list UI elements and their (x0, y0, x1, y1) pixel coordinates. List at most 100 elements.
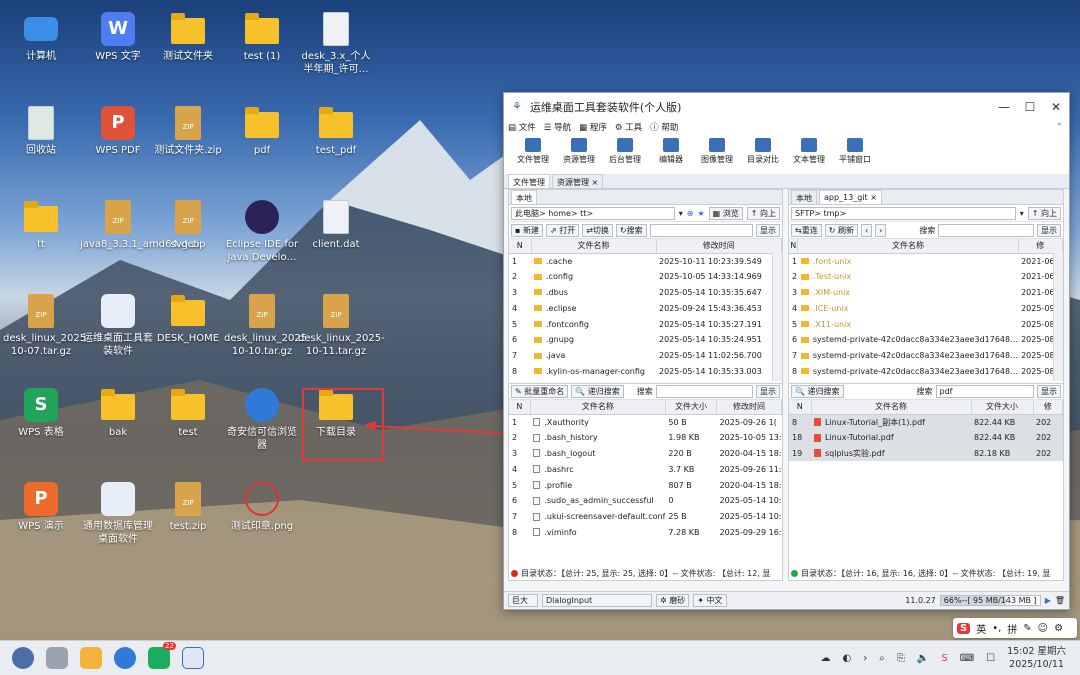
notification-icon[interactable]: ☐ (986, 653, 995, 664)
table-row[interactable]: 1 .cache 2025-10-11 10:23:39.549 (509, 253, 782, 269)
col-n[interactable]: N (789, 239, 799, 254)
show-button[interactable]: 显示 (756, 223, 780, 237)
emoji-icon[interactable]: ☺ (1038, 623, 1048, 634)
tool-backend-manager[interactable]: 后台管理 (602, 134, 648, 174)
desktop-icon[interactable]: test.zip (150, 482, 226, 533)
font-size-select[interactable]: 巨大 (508, 593, 538, 607)
clock[interactable]: 15:02 星期六 2025/10/11 (1007, 645, 1066, 671)
tab-local-right[interactable]: 本地 (791, 190, 817, 204)
pen-icon[interactable]: ✎ (1023, 623, 1031, 634)
table-row[interactable]: 7 .java 2025-05-14 11:02:56.700 (509, 348, 782, 364)
switch-button[interactable]: ⇄切换 (582, 223, 613, 237)
tool-text-manager[interactable]: 文本管理 (786, 134, 832, 174)
multitask-icon[interactable] (46, 647, 68, 669)
right-dir-scrollbar[interactable] (1053, 253, 1063, 381)
dropdown-icon[interactable]: ▾ (679, 209, 683, 218)
refresh-button[interactable]: ↻ 刷新 (824, 223, 858, 237)
table-row[interactable]: 1 .font-unix 2021-06-0 (789, 253, 1063, 269)
ime-toolbar[interactable]: S 英 •, 拼 ✎ ☺ ⚙ (953, 618, 1077, 638)
left-file-search-input[interactable] (655, 385, 753, 398)
network-icon[interactable]: ⎘ (897, 653, 905, 664)
menu-program[interactable]: ▦ 程序 (579, 121, 607, 133)
ime-lang[interactable]: 英 (976, 621, 986, 636)
tab-resource-manager[interactable]: 资源管理 × (552, 174, 604, 188)
desktop-icon[interactable]: P WPS PDF (80, 106, 156, 157)
table-row[interactable]: 4 .ICE-unix 2025-09-2 (789, 300, 1063, 316)
tool-editor[interactable]: 编辑器 (648, 134, 694, 174)
punct-icon[interactable]: •, (992, 623, 1001, 634)
batch-rename-button[interactable]: ✎ 批量重命名 (511, 385, 569, 398)
browser-taskbar-icon[interactable] (114, 647, 136, 669)
table-row[interactable]: 2 .bash_history 1.98 KB 2025-10-05 13: (509, 430, 782, 446)
desktop-icon[interactable]: tt (3, 200, 79, 251)
menu-file[interactable]: ▤ 文件 (508, 121, 536, 133)
desktop-icon[interactable]: 测试印章.png (224, 482, 300, 533)
desktop-icon[interactable]: Eclipse IDE for Java Develo… (224, 200, 300, 264)
col-time[interactable]: 修改时间 (656, 239, 782, 254)
col-name[interactable]: 文件名称 (531, 239, 657, 254)
show-button-2[interactable]: 显示 (756, 385, 780, 398)
search-icon[interactable]: ⌕ (879, 653, 885, 664)
new-button[interactable]: ▪ 新建 (511, 223, 543, 237)
table-row[interactable]: 6 .sudo_as_admin_successful 0 2025-05-14 10… (509, 493, 782, 509)
desktop-icon[interactable]: java8_3.3.1_amd64.deb (80, 200, 200, 251)
lang-select[interactable]: ✦ 中文 (693, 593, 727, 607)
tool-image-manager[interactable]: 图像管理 (694, 134, 740, 174)
close-icon[interactable]: ✕ (1043, 100, 1069, 114)
desktop-icon[interactable]: test (1) (224, 12, 300, 63)
table-row[interactable]: 8 systemd-private-42c0dacc8a334e23aee3d17… (789, 364, 1063, 380)
style-select[interactable]: ✲ 磨砂 (656, 593, 690, 607)
desktop-icon[interactable]: test_pdf (298, 106, 374, 157)
reconnect-button[interactable]: ⇆重连 (791, 223, 822, 237)
col-n[interactable]: N (509, 239, 532, 254)
up-button[interactable]: ↑ 向上 (746, 206, 780, 220)
desktop-icon[interactable]: bak (80, 388, 156, 439)
maximize-icon[interactable]: ☐ (1017, 100, 1043, 114)
tool-dir-compare[interactable]: 目录对比 (740, 134, 786, 174)
table-row[interactable]: 6 systemd-private-42c0dacc8a334e23aee3d17… (789, 332, 1063, 348)
desktop-icon[interactable]: pdf (224, 106, 300, 157)
desktop-icon[interactable]: 通用数据库管理桌面软件 (80, 482, 156, 546)
left-search-input[interactable] (649, 223, 753, 237)
table-row[interactable]: 1 .Xauthority 50 B 2025-09-26 1( (509, 414, 782, 430)
menu-nav[interactable]: ☰ 导航 (544, 121, 571, 133)
volume-icon[interactable]: 🔈 (917, 653, 929, 664)
file-manager-taskbar-icon[interactable] (80, 647, 102, 669)
ops-toolkit-taskbar-icon[interactable] (182, 647, 204, 669)
desktop-icon[interactable]: S WPS 表格 (3, 388, 79, 439)
table-row[interactable]: 19 sqlplus实验.pdf 82.18 KB 202 (789, 445, 1063, 462)
recursive-search-button-right[interactable]: 🔍 递归搜索 (791, 385, 844, 398)
col-n[interactable]: N (789, 400, 812, 415)
desktop-icon[interactable]: P WPS 演示 (3, 482, 79, 533)
back-icon[interactable]: ‹ (860, 223, 873, 237)
tool-resource-manager[interactable]: 资源管理 (556, 134, 602, 174)
tab-app13-git[interactable]: app_13_git × (819, 190, 882, 204)
col-time[interactable]: 修 (1033, 400, 1063, 415)
desktop-icon[interactable]: desk_linux_2025-10-07.tar.gz (3, 294, 90, 358)
table-row[interactable]: 4 .bashrc 3.7 KB 2025-09-26 11: (509, 461, 782, 477)
go-icon[interactable]: ⊕ (687, 209, 694, 218)
table-row[interactable]: 5 .fontconfig 2025-05-14 10:35:27.191 (509, 316, 782, 332)
table-row[interactable]: 6 .gnupg 2025-05-14 10:35:24.951 (509, 332, 782, 348)
table-row[interactable]: 2 .Test-unix 2021-06-0 (789, 269, 1063, 285)
right-file-search-input[interactable]: pdf (935, 385, 1034, 398)
desktop-icon[interactable]: 测试文件夹.zip (150, 106, 226, 157)
col-name[interactable]: 文件名称 (797, 239, 1019, 254)
col-size[interactable]: 文件大小 (665, 400, 718, 415)
minimize-icon[interactable]: — (991, 100, 1017, 114)
desktop-icon[interactable]: W WPS 文字 (80, 12, 156, 63)
table-row[interactable]: 8 Linux-Tutorial_副本(1).pdf 822.44 KB 202 (789, 414, 1063, 430)
keyboard-icon[interactable]: ⌨ (960, 653, 974, 664)
table-row[interactable]: 18 Linux-Tutorial.pdf 822.44 KB 202 (789, 429, 1063, 446)
table-row[interactable]: 3 .XIM-unix 2021-06-0 (789, 285, 1063, 301)
collapse-icon[interactable]: ⌃ (1056, 122, 1063, 132)
forward-icon[interactable]: › (875, 223, 887, 237)
tab-local[interactable]: 本地 (511, 190, 537, 204)
table-row[interactable]: 3 .dbus 2025-05-14 10:35:35.647 (509, 285, 782, 301)
desktop-icon[interactable]: svg.zip (150, 200, 226, 251)
window-titlebar[interactable]: ⚘ 运维桌面工具套装软件(个人版) — ☐ ✕ (504, 93, 1069, 120)
right-search-input[interactable] (938, 223, 1034, 237)
desktop-icon[interactable]: 计算机 (3, 12, 79, 63)
desktop-icon[interactable]: desk_3.x_个人半年期_许可… (298, 12, 374, 76)
desktop-icon[interactable]: 运维桌面工具套装软件 (80, 294, 156, 358)
